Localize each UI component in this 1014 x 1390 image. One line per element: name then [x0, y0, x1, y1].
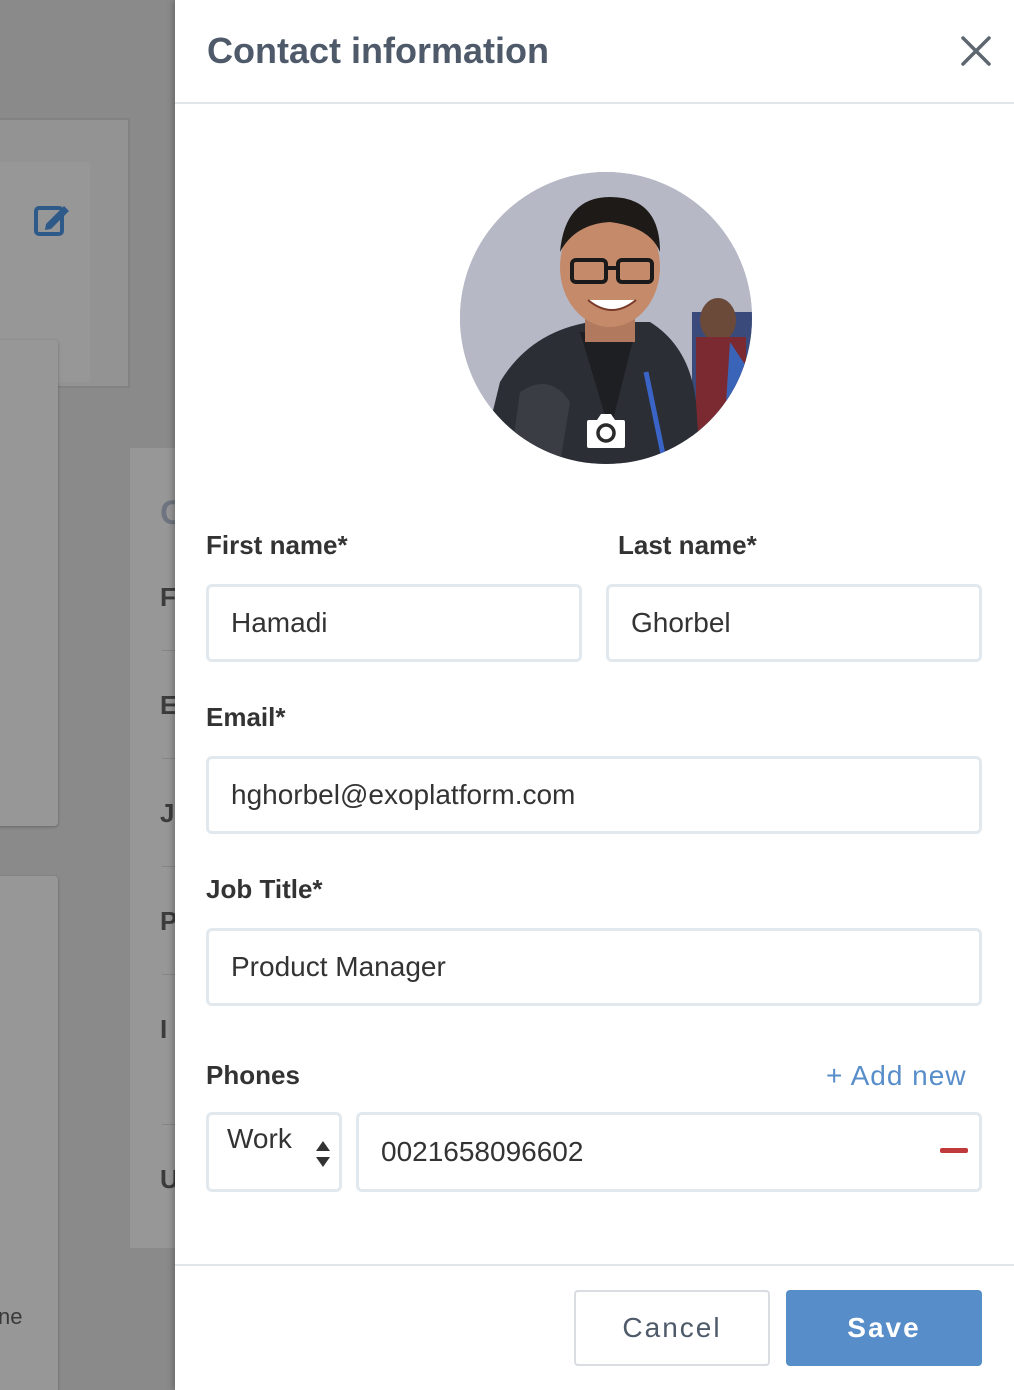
email-input[interactable]: [206, 756, 982, 834]
phone-type-value: Work: [227, 1123, 292, 1154]
background-letter: E: [160, 690, 175, 720]
background-letter: U: [160, 1164, 175, 1194]
background-page: C F E J P I U ne: [0, 0, 175, 1390]
phone-type-select[interactable]: Work: [206, 1112, 342, 1192]
drawer-header: Contact information: [175, 0, 1014, 104]
background-letter: I: [160, 1014, 168, 1044]
close-icon[interactable]: [957, 32, 995, 70]
save-button[interactable]: Save: [786, 1290, 982, 1366]
first-name-label: First name*: [206, 530, 348, 560]
background-card-middle: [130, 448, 175, 1248]
first-name-input[interactable]: [206, 584, 582, 662]
background-text: ne: [0, 1304, 23, 1329]
minus-icon[interactable]: [939, 1144, 969, 1156]
phones-label: Phones: [206, 1060, 300, 1090]
contact-information-drawer: Contact information First name* Hamadi L…: [175, 0, 1014, 1390]
add-phone-link[interactable]: + Add new: [826, 1060, 967, 1092]
background-letter: F: [160, 582, 175, 612]
divider: [162, 758, 175, 759]
job-title-input[interactable]: [206, 928, 982, 1006]
phone-number-input[interactable]: [356, 1112, 982, 1192]
background-letter: J: [160, 798, 175, 828]
divider: [162, 866, 175, 867]
divider: [162, 1124, 175, 1125]
email-label: Email*: [206, 702, 286, 732]
divider: [162, 650, 175, 651]
divider: [162, 974, 175, 975]
job-title-label: Job Title*: [206, 874, 323, 904]
cancel-button[interactable]: Cancel: [574, 1290, 770, 1366]
drawer-title: Contact information: [207, 30, 549, 71]
select-arrows-icon: [316, 1141, 330, 1167]
last-name-input[interactable]: [606, 584, 982, 662]
camera-icon[interactable]: [585, 410, 627, 450]
background-letter: C: [160, 494, 175, 532]
edit-icon: [34, 206, 69, 236]
background-letter: P: [160, 906, 175, 936]
background-card-left: [0, 340, 58, 826]
last-name-label: Last name*: [618, 530, 757, 560]
